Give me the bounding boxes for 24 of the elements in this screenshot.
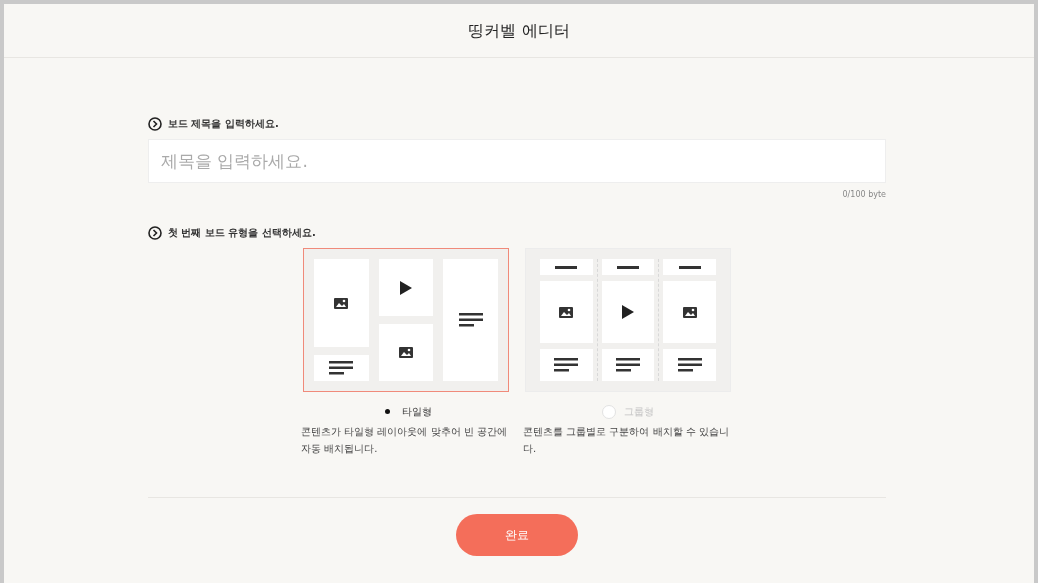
image-icon bbox=[681, 305, 698, 319]
section-label: 보드 제목을 입력하세요. bbox=[168, 117, 279, 131]
image-icon bbox=[558, 305, 575, 319]
dash-icon bbox=[678, 265, 701, 269]
option-description: 콘텐츠를 그룹별로 구분하여 배치할 수 있습니다. bbox=[523, 425, 730, 456]
play-icon bbox=[400, 280, 412, 295]
section-label: 첫 번째 보드 유형을 선택하세요. bbox=[168, 226, 316, 240]
page-title: 띵커벨 에디터 bbox=[468, 19, 570, 42]
text-lines-icon bbox=[616, 358, 640, 372]
submit-button[interactable]: 완료 bbox=[456, 514, 578, 556]
option-label: 타일형 bbox=[402, 405, 432, 419]
image-icon bbox=[333, 296, 350, 310]
dash-icon bbox=[617, 265, 639, 269]
play-icon bbox=[622, 305, 634, 319]
text-lines-icon bbox=[458, 313, 483, 327]
text-lines-icon bbox=[329, 361, 354, 375]
dash-icon bbox=[555, 265, 578, 269]
image-icon bbox=[398, 346, 414, 359]
radio-button[interactable] bbox=[602, 404, 616, 419]
text-lines-icon bbox=[554, 358, 579, 372]
text-lines-icon bbox=[677, 358, 702, 372]
title-input-field[interactable]: 제목을 입력하세요. bbox=[148, 139, 886, 183]
option-description: 콘텐츠가 타일형 레이아웃에 맞추어 빈 공간에 자동 배치됩니다. bbox=[301, 425, 508, 456]
byte-counter: 0/100 byte bbox=[842, 189, 886, 201]
